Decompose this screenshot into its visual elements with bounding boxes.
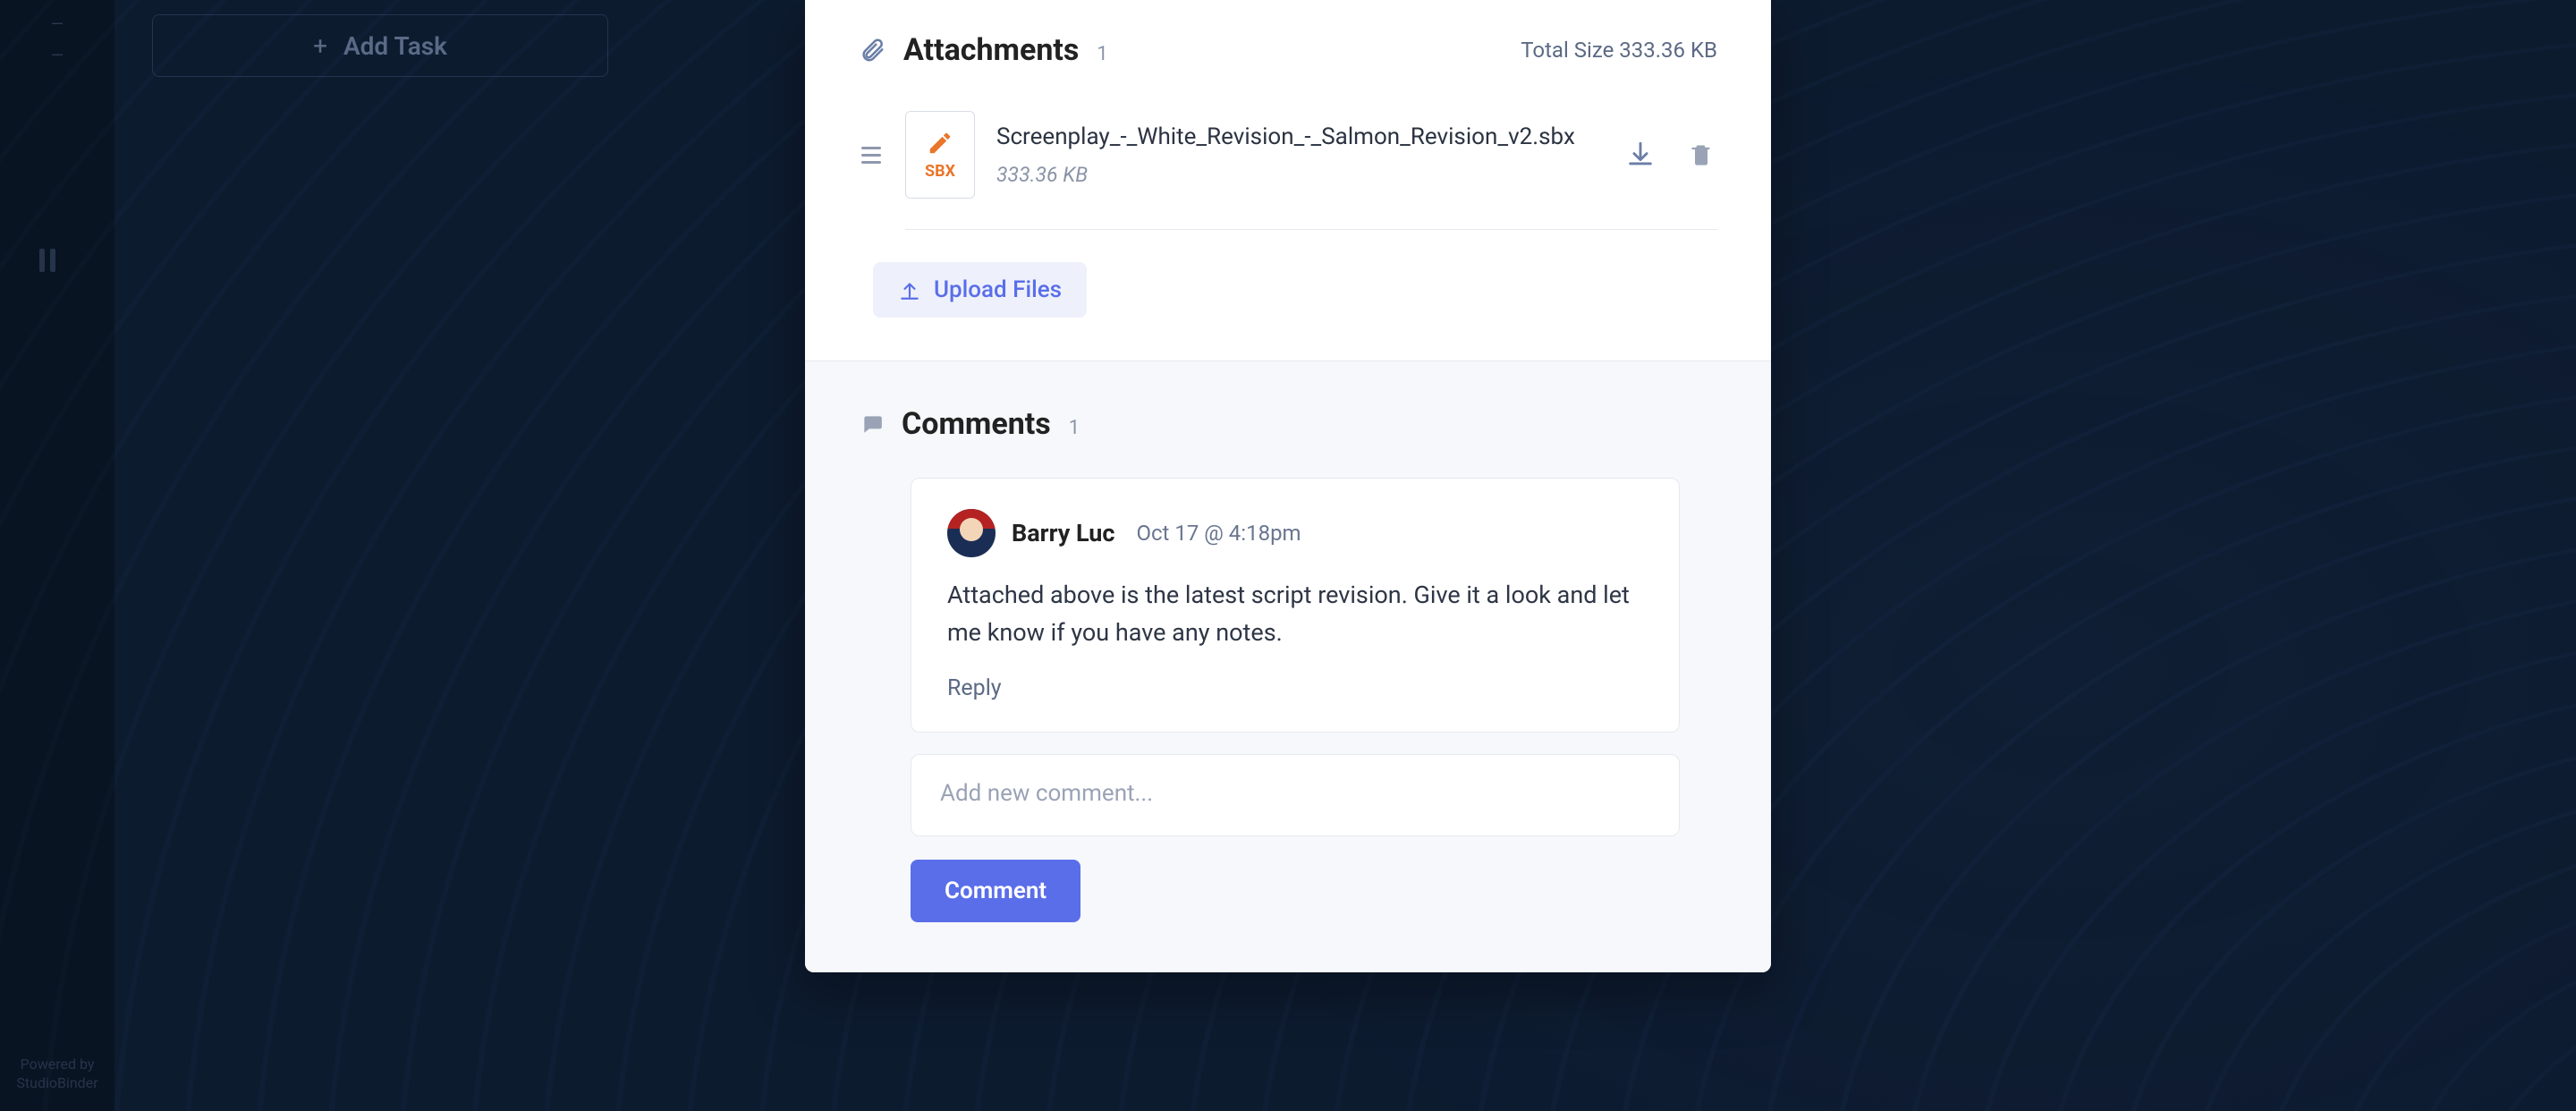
reply-button[interactable]: Reply bbox=[947, 675, 1002, 701]
pencil-icon bbox=[927, 130, 953, 157]
upload-icon bbox=[898, 278, 921, 301]
comment-body: Attached above is the latest script revi… bbox=[947, 577, 1643, 652]
attachments-title: Attachments bbox=[903, 32, 1079, 68]
divider bbox=[905, 229, 1717, 230]
left-rail: — — bbox=[0, 0, 114, 1111]
comment-timestamp: Oct 17 @ 4:18pm bbox=[1136, 521, 1301, 546]
file-name[interactable]: Screenplay_-_White_Revision_-_Salmon_Rev… bbox=[996, 123, 1603, 150]
add-task-button[interactable]: + Add Task bbox=[152, 14, 608, 77]
powered-by-line2: StudioBinder bbox=[11, 1074, 104, 1093]
file-actions bbox=[1624, 139, 1717, 171]
comments-count: 1 bbox=[1069, 417, 1080, 439]
pause-icon bbox=[39, 249, 55, 272]
comment-icon bbox=[859, 412, 886, 436]
download-button[interactable] bbox=[1624, 139, 1657, 171]
total-size-value: 333.36 KB bbox=[1619, 38, 1717, 63]
file-thumbnail[interactable]: SBX bbox=[905, 111, 975, 199]
total-size-label: Total Size bbox=[1521, 38, 1614, 63]
avatar bbox=[947, 509, 996, 557]
comment-card: Barry Luc Oct 17 @ 4:18pm Attached above… bbox=[911, 478, 1680, 733]
left-rail-item: — bbox=[0, 9, 114, 40]
add-task-label: Add Task bbox=[343, 31, 447, 61]
comments-header: Comments 1 bbox=[859, 406, 1717, 442]
file-size: 333.36 KB bbox=[996, 163, 1603, 187]
comment-submit-button[interactable]: Comment bbox=[911, 860, 1080, 922]
file-meta: Screenplay_-_White_Revision_-_Salmon_Rev… bbox=[996, 123, 1603, 187]
plus-icon: + bbox=[313, 31, 327, 61]
upload-files-button[interactable]: Upload Files bbox=[873, 262, 1087, 318]
delete-button[interactable] bbox=[1685, 139, 1717, 171]
paperclip-icon bbox=[859, 37, 886, 64]
comments-title: Comments bbox=[902, 406, 1051, 442]
powered-by: Powered by StudioBinder bbox=[11, 1056, 104, 1093]
upload-files-label: Upload Files bbox=[934, 276, 1062, 303]
powered-by-line1: Powered by bbox=[11, 1056, 104, 1074]
trash-icon bbox=[1689, 142, 1714, 167]
task-detail-modal: Attachments 1 Total Size 333.36 KB SBX S… bbox=[805, 0, 1771, 972]
drag-handle-icon[interactable] bbox=[859, 147, 884, 164]
attachments-total-size: Total Size 333.36 KB bbox=[1521, 38, 1717, 63]
left-rail-item: — bbox=[0, 40, 114, 72]
attachments-count: 1 bbox=[1097, 43, 1107, 65]
download-icon bbox=[1625, 140, 1656, 170]
attachment-row: SBX Screenplay_-_White_Revision_-_Salmon… bbox=[859, 111, 1717, 199]
comments-section: Comments 1 Barry Luc Oct 17 @ 4:18pm Att… bbox=[805, 361, 1771, 972]
file-thumb-label: SBX bbox=[925, 162, 955, 181]
attachments-header: Attachments 1 Total Size 333.36 KB bbox=[859, 32, 1717, 68]
attachments-section: Attachments 1 Total Size 333.36 KB SBX S… bbox=[805, 0, 1771, 361]
comment-head: Barry Luc Oct 17 @ 4:18pm bbox=[947, 509, 1643, 557]
comment-author: Barry Luc bbox=[1012, 519, 1114, 547]
new-comment-input[interactable] bbox=[911, 754, 1680, 836]
